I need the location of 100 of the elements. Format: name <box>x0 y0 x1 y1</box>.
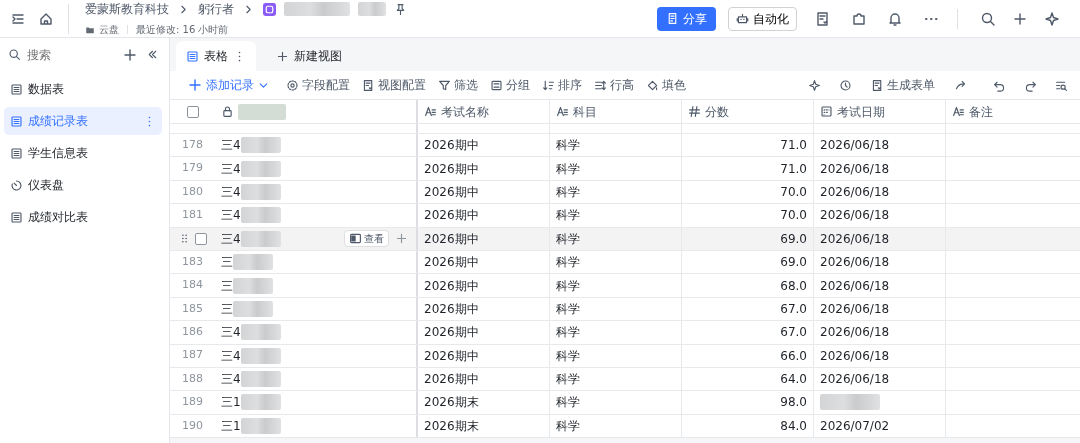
toolbar-button[interactable]: 填色 <box>643 76 689 94</box>
row-checkbox[interactable] <box>195 232 207 245</box>
text-field-icon <box>556 105 569 118</box>
table-cell-text: 71.0 <box>780 137 807 155</box>
table-cell-text: 三4 <box>221 324 241 342</box>
table-cell-text: 三4 <box>221 207 241 225</box>
table-cell-text: 三 <box>221 300 233 318</box>
table-row[interactable]: 179 三4 2026期中 科学 71.0 2026/06/18 <box>170 157 1080 181</box>
table-cell-text: 三4 <box>221 371 241 389</box>
row-number: 181 <box>182 207 203 224</box>
redacted-name <box>240 324 281 341</box>
breadcrumb-link[interactable]: 躬行者 <box>198 0 234 18</box>
toolbar-button[interactable]: 排序 <box>539 76 585 94</box>
add-record-button[interactable]: 添加记录 <box>184 76 273 94</box>
row-number: 189 <box>182 394 203 411</box>
table-cell-text: 科学 <box>556 160 580 178</box>
group-icon <box>490 78 503 92</box>
share-button[interactable]: 分享 <box>657 6 716 31</box>
column-header[interactable]: 备注 <box>946 100 1080 123</box>
automation-button[interactable]: 自动化 <box>728 6 797 31</box>
sort-icon <box>542 78 555 92</box>
table-cell-text: 2026/06/18 <box>820 160 890 178</box>
search-field[interactable]: 搜索 <box>25 44 115 65</box>
sidebar-item[interactable]: 仪表盘 <box>4 171 162 199</box>
toolbar-button[interactable]: 字段配置 <box>283 76 353 94</box>
redacted-name <box>240 137 281 154</box>
toolbar-button[interactable]: 行高 <box>591 76 637 94</box>
table-cell-text: 三4 <box>221 347 241 365</box>
table-row[interactable]: 188 三4 2026期中 科学 64.0 2026/06/18 <box>170 367 1080 392</box>
table-cell-text: 64.0 <box>780 371 807 389</box>
table-cell-text: 2026期中 <box>424 160 479 178</box>
table-cell-text: 2026期中 <box>424 137 479 155</box>
table-cell-text: 2026/06/18 <box>820 137 890 155</box>
table-cell-text: 三4 <box>221 160 241 178</box>
table-row[interactable]: 三4 查看 2026期中 科学 69.0 2026/06/18 <box>170 227 1080 251</box>
redacted-name <box>240 183 281 200</box>
select-all-checkbox[interactable] <box>186 105 199 118</box>
table-cell-text: 2026期中 <box>424 324 479 342</box>
table-cell-text: 2026/06/18 <box>820 347 890 365</box>
column-header[interactable]: 科目 <box>550 100 682 123</box>
table-cell-text: 2026/06/18 <box>820 324 890 342</box>
column-header[interactable]: 分数 <box>682 100 814 123</box>
form-icon <box>871 78 884 92</box>
column-header[interactable]: 考试名称 <box>418 100 550 123</box>
table-cell-text: 科学 <box>556 347 580 365</box>
table-row[interactable]: 185 三 2026期中 科学 67.0 2026/06/18 <box>170 297 1080 322</box>
generate-form-button[interactable]: 生成表单 <box>868 76 938 94</box>
calendar-icon <box>820 105 833 118</box>
pin-icon <box>394 2 407 16</box>
table-row[interactable]: 189 三1 2026期末 科学 98.0 <box>170 391 1080 415</box>
table-row[interactable]: 184 三 2026期中 科学 68.0 2026/06/18 <box>170 274 1080 298</box>
new-view-button[interactable]: 新建视图 <box>266 41 352 71</box>
lock-icon <box>221 105 234 118</box>
sidebar-item[interactable]: 成绩记录表 <box>4 107 162 135</box>
toolbar-button[interactable]: 视图配置 <box>359 76 429 94</box>
toolbar-button[interactable]: 分组 <box>487 76 533 94</box>
row-number: 183 <box>182 253 203 270</box>
table-row[interactable]: 190 三1 2026期末 科学 84.0 2026/07/02 <box>170 414 1080 439</box>
redacted-title <box>358 2 386 16</box>
table-cell-text: 科学 <box>556 137 580 155</box>
table-cell-text: 科学 <box>556 207 580 225</box>
breadcrumb-link[interactable]: 爱蒙斯教育科技 <box>85 0 169 18</box>
table-row[interactable]: 180 三4 2026期中 科学 70.0 2026/06/18 <box>170 180 1080 205</box>
table-cell-text: 科学 <box>556 324 580 342</box>
table-row[interactable]: 181 三4 2026期中 科学 70.0 2026/06/18 <box>170 204 1080 228</box>
filter-icon <box>438 78 451 92</box>
table-cell-text: 70.0 <box>780 183 807 201</box>
table-row[interactable]: 186 三4 2026期中 科学 67.0 2026/06/18 <box>170 321 1080 345</box>
location-label[interactable]: 云盘 <box>99 22 119 37</box>
toolbar-button[interactable]: 筛选 <box>435 76 481 94</box>
sidebar-item[interactable]: 成绩对比表 <box>4 203 162 231</box>
document-icon <box>666 12 679 25</box>
row-number: 185 <box>182 300 203 317</box>
table-cell-text: 2026期中 <box>424 254 479 272</box>
view-record-button[interactable]: 查看 <box>344 230 389 248</box>
sidebar-item[interactable]: 数据表 <box>4 75 162 103</box>
table-cell-text: 2026/06/18 <box>820 207 890 225</box>
search-icon <box>8 48 21 61</box>
table-cell-text: 科学 <box>556 277 580 295</box>
redacted-name <box>240 207 281 224</box>
table-cell-text: 2026期中 <box>424 371 479 389</box>
table-cell-text: 科学 <box>556 230 580 248</box>
table-cell-text: 三4 <box>221 183 241 201</box>
row-number: 190 <box>182 417 203 434</box>
table-cell-text: 科学 <box>556 394 580 412</box>
table-row[interactable]: 183 三 2026期中 科学 69.0 2026/06/18 <box>170 250 1080 275</box>
sidebar-item[interactable]: 学生信息表 <box>4 139 162 167</box>
table-row[interactable]: 187 三4 2026期中 科学 66.0 2026/06/18 <box>170 344 1080 368</box>
redacted-name <box>240 347 281 364</box>
text-field-icon <box>952 105 965 118</box>
form-icon <box>362 78 375 92</box>
redacted-name <box>233 254 273 271</box>
row-number: 187 <box>182 347 203 364</box>
table-row[interactable]: 178 三4 2026期中 科学 71.0 2026/06/18 <box>170 134 1080 158</box>
row-number: 179 <box>182 160 203 177</box>
view-tab[interactable]: 表格 <box>176 41 256 71</box>
column-header[interactable]: 考试日期 <box>814 100 946 123</box>
table-cell-text: 三1 <box>221 394 241 412</box>
row-height-icon <box>594 78 607 92</box>
redacted-name <box>240 394 281 411</box>
